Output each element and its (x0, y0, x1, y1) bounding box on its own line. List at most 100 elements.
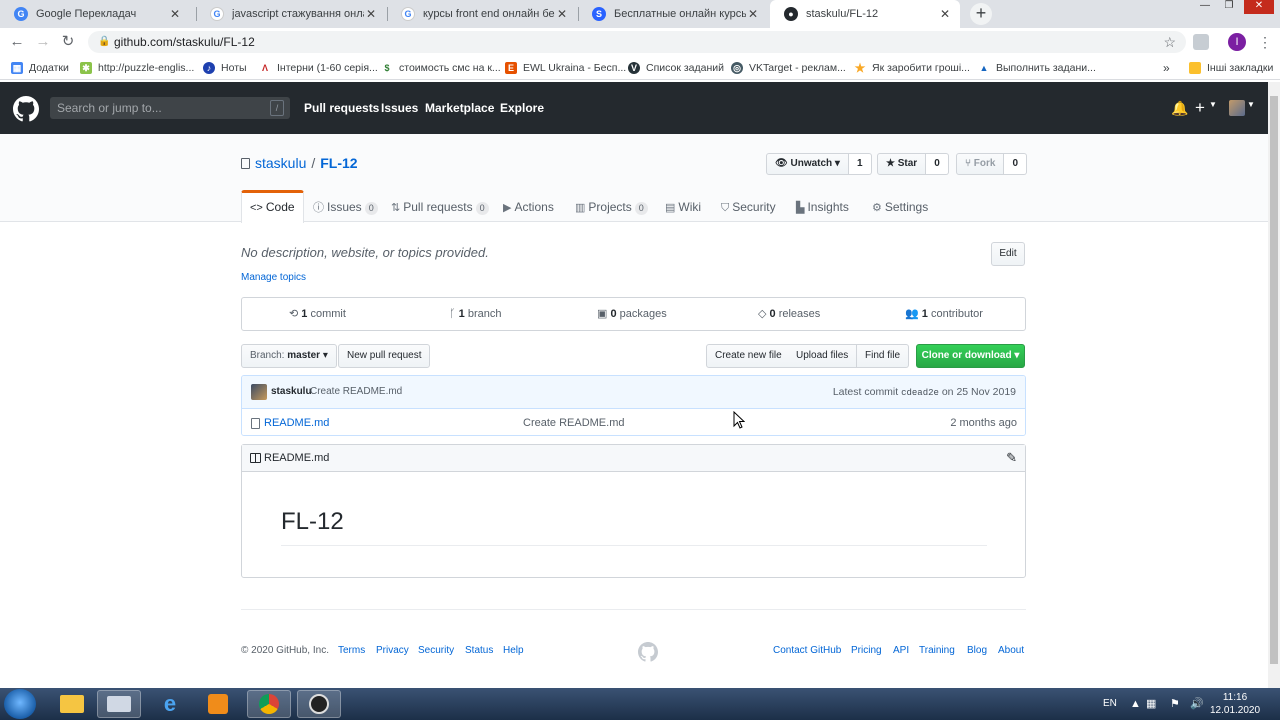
close-icon[interactable]: ✕ (746, 7, 760, 21)
bookmark-item[interactable]: ✱ http://puzzle-englis... (80, 60, 194, 76)
tab-settings[interactable]: ⚙ Settings (864, 190, 936, 222)
footer-contact[interactable]: Contact GitHub (773, 645, 841, 656)
bookmark-item[interactable]: E EWL Ukraina - Бесп... (505, 60, 626, 76)
scrollbar[interactable] (1268, 82, 1280, 688)
footer-privacy[interactable]: Privacy (376, 645, 409, 656)
bookmark-item[interactable]: ♪ Ноты (203, 60, 247, 76)
bookmark-item[interactable]: ▲ Выполнить задани... (978, 60, 1096, 76)
search-input[interactable]: Search or jump to... / (50, 97, 290, 119)
bookmark-item[interactable]: ◎ VKTarget - реклам... (731, 60, 846, 76)
scroll-thumb[interactable] (1270, 96, 1278, 664)
footer-help[interactable]: Help (503, 645, 524, 656)
close-icon[interactable]: ✕ (364, 7, 378, 21)
browser-tab[interactable]: G javascript стажування онлайн - ✕ (196, 0, 386, 28)
obs-icon[interactable] (297, 690, 341, 718)
browser-tab-active[interactable]: ● staskulu/FL-12 ✕ (770, 0, 960, 28)
window-close-icon[interactable]: ✕ (1244, 0, 1274, 14)
new-pull-request-button[interactable]: New pull request (338, 344, 431, 368)
tab-security[interactable]: ⛉ Security (713, 190, 784, 222)
fork-count[interactable]: 0 (1004, 153, 1028, 175)
close-icon[interactable]: ✕ (938, 7, 952, 21)
upload-files-button[interactable]: Upload files (788, 344, 858, 368)
branches-link[interactable]: ᚴ 1 branch (449, 298, 501, 330)
reload-icon[interactable]: ↻ (58, 32, 78, 52)
taskbar-clock[interactable]: 11:16 12.01.2020 (1210, 691, 1260, 717)
pencil-icon[interactable]: ✎ (1006, 450, 1017, 466)
media-player-icon[interactable] (196, 690, 240, 718)
browser-tab[interactable]: G курсы front end онлайн беспла ✕ (387, 0, 577, 28)
tab-projects[interactable]: ▥ Projects 0 (567, 190, 656, 222)
star-button[interactable]: ★ Star (877, 153, 927, 175)
find-file-button[interactable]: Find file (857, 344, 910, 368)
internet-explorer-icon[interactable]: e (148, 690, 192, 718)
footer-security[interactable]: Security (418, 645, 454, 656)
bookmarks-overflow[interactable]: » (1163, 60, 1170, 76)
browser-tab[interactable]: S Бесплатные онлайн курсы Front ✕ (578, 0, 768, 28)
releases-link[interactable]: ◇ 0 releases (758, 298, 820, 330)
start-button[interactable] (4, 689, 36, 719)
bookmark-item[interactable]: ★ Як заробити гроші... (854, 60, 970, 76)
footer-about[interactable]: About (998, 645, 1024, 656)
edit-button[interactable]: Edit (991, 242, 1025, 266)
tab-pull-requests[interactable]: ⇅ Pull requests 0 (383, 190, 497, 222)
create-new-file-button[interactable]: Create new file (706, 344, 791, 368)
footer-api[interactable]: API (893, 645, 909, 656)
footer-blog[interactable]: Blog (967, 645, 987, 656)
network-icon[interactable]: ▦ (1146, 688, 1156, 720)
commits-link[interactable]: ⟲ 1 commit (289, 298, 346, 330)
watch-count[interactable]: 1 (848, 153, 872, 175)
commit-sha[interactable]: cdead2e (901, 388, 939, 398)
commit-author[interactable]: staskulu (271, 386, 312, 397)
bookmark-item[interactable]: Λ Інтерни (1-60 серія... (259, 60, 378, 76)
back-icon[interactable]: ← (7, 32, 27, 52)
branch-select[interactable]: Branch: master ▾ (241, 344, 337, 368)
bookmark-item[interactable]: ▦ Додатки (11, 60, 69, 76)
tab-actions[interactable]: ▶ Actions (495, 190, 562, 222)
contributors-link[interactable]: 👥 1 contributor (905, 298, 983, 330)
menu-icon[interactable]: ⋮ (1258, 34, 1272, 51)
repo-name-link[interactable]: FL-12 (320, 155, 357, 171)
browser-tab[interactable]: G Google Перекладач ✕ (0, 0, 190, 28)
star-count[interactable]: 0 (926, 153, 949, 175)
github-logo-icon[interactable] (13, 96, 39, 122)
address-bar[interactable]: 🔒 github.com/staskulu/FL-12 ☆ (88, 31, 1186, 53)
repo-owner-link[interactable]: staskulu (255, 155, 306, 171)
other-bookmarks[interactable]: Інші закладки (1189, 60, 1273, 76)
avatar[interactable] (1229, 100, 1245, 116)
tray-chevron-icon[interactable]: ▲ (1130, 688, 1141, 720)
keyboard-app-icon[interactable] (97, 690, 141, 718)
nav-explore[interactable]: Explore (500, 101, 544, 115)
nav-pull-requests[interactable]: Pull requests (304, 101, 379, 115)
tab-issues[interactable]: ⓘ Issues 0 (305, 190, 386, 222)
nav-marketplace[interactable]: Marketplace (425, 101, 494, 115)
close-icon[interactable]: ✕ (555, 7, 569, 21)
clone-download-button[interactable]: Clone or download ▾ (916, 344, 1025, 368)
packages-link[interactable]: ▣ 0 packages (597, 298, 667, 330)
profile-avatar[interactable]: I (1228, 33, 1246, 51)
minimize-icon[interactable]: — (1196, 0, 1214, 14)
new-tab-button[interactable]: + (970, 3, 992, 25)
tab-code[interactable]: <> Code (241, 190, 304, 223)
volume-icon[interactable]: 🔊 (1190, 688, 1204, 720)
footer-pricing[interactable]: Pricing (851, 645, 882, 656)
footer-status[interactable]: Status (465, 645, 493, 656)
bookmark-item[interactable]: V Список заданий (628, 60, 724, 76)
language-indicator[interactable]: EN (1103, 688, 1117, 720)
flag-icon[interactable]: ⚑ (1170, 688, 1180, 720)
restore-icon[interactable]: ❐ (1220, 0, 1238, 14)
footer-training[interactable]: Training (919, 645, 955, 656)
nav-issues[interactable]: Issues (381, 101, 418, 115)
commit-message[interactable]: Create README.md (310, 386, 402, 397)
bell-icon[interactable]: 🔔 (1171, 100, 1188, 117)
tab-wiki[interactable]: ▤ Wiki (657, 190, 709, 222)
file-commit-message[interactable]: Create README.md (523, 417, 624, 429)
tab-insights[interactable]: ▙ Insights (788, 190, 857, 222)
plus-icon[interactable]: + (1195, 98, 1205, 118)
bookmark-star-icon[interactable]: ☆ (1163, 31, 1176, 53)
manage-topics-link[interactable]: Manage topics (241, 272, 306, 283)
unwatch-button[interactable]: 👁 Unwatch ▾ (766, 153, 849, 175)
avatar[interactable] (251, 384, 267, 400)
forward-icon[interactable]: → (33, 32, 53, 52)
close-icon[interactable]: ✕ (168, 7, 182, 21)
bookmark-item[interactable]: $ стоимость смс на к... (381, 60, 501, 76)
